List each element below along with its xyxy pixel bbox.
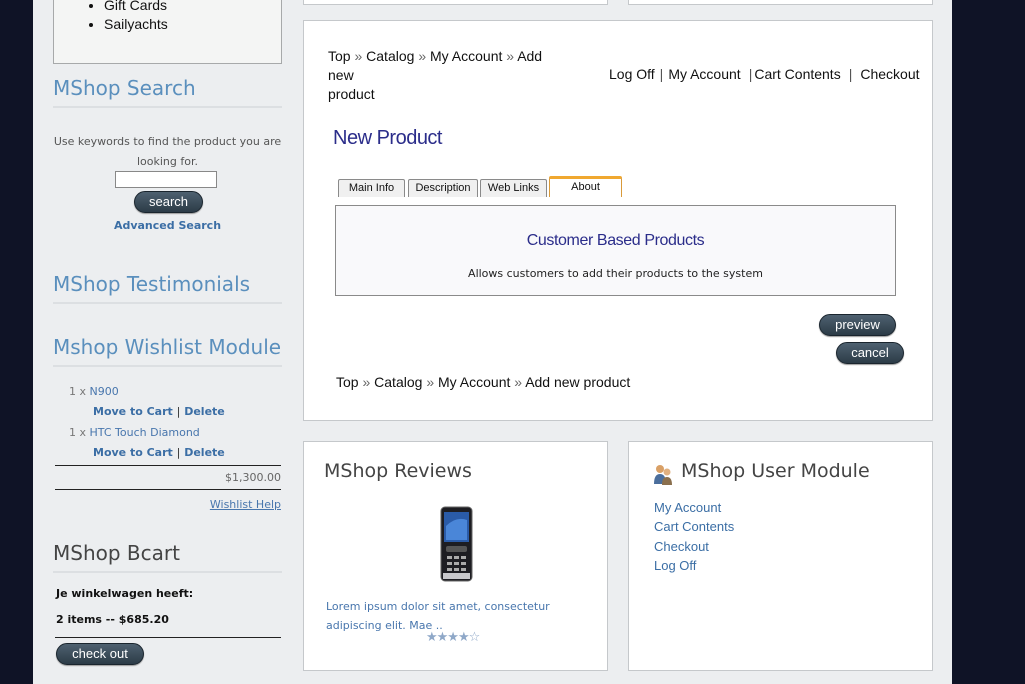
user-cart-contents-link[interactable]: Cart Contents bbox=[654, 519, 734, 534]
bcart-summary-value: 2 items -- $685.20 bbox=[56, 613, 169, 626]
wishlist-qty: 1 x bbox=[69, 385, 87, 398]
breadcrumb-item[interactable]: Top bbox=[328, 48, 351, 64]
divider bbox=[55, 465, 281, 466]
breadcrumb-separator: » bbox=[362, 374, 371, 390]
bcart-title: MShop Bcart bbox=[53, 541, 282, 573]
top-box-left bbox=[303, 0, 608, 5]
breadcrumb-item[interactable]: Catalog bbox=[374, 374, 422, 390]
breadcrumb-item[interactable]: Catalog bbox=[366, 48, 414, 64]
checkout-button[interactable]: check out bbox=[56, 643, 144, 665]
testimonials-title: MShop Testimonials bbox=[53, 272, 282, 304]
panel-title: Customer Based Products bbox=[526, 232, 705, 249]
search-button[interactable]: search bbox=[134, 191, 203, 213]
checkout-link[interactable]: Checkout bbox=[860, 66, 919, 82]
wishlist-total: $1,300.00 bbox=[225, 471, 281, 484]
breadcrumb-separator: » bbox=[426, 374, 435, 390]
delete-link[interactable]: Delete bbox=[184, 446, 225, 459]
phone-product-image[interactable] bbox=[440, 506, 473, 582]
advanced-search-link[interactable]: Advanced Search bbox=[53, 219, 282, 232]
tab-about[interactable]: About bbox=[549, 176, 622, 197]
cancel-button[interactable]: cancel bbox=[836, 342, 904, 364]
reviews-title: MShop Reviews bbox=[324, 460, 472, 482]
breadcrumb-item[interactable]: Top bbox=[336, 374, 359, 390]
tab-description[interactable]: Description bbox=[408, 179, 478, 197]
search-hint: Use keywords to find the product you are… bbox=[53, 135, 282, 168]
search-title: MShop Search bbox=[53, 76, 282, 108]
logoff-link[interactable]: Log Off bbox=[609, 66, 655, 82]
user-checkout-link[interactable]: Checkout bbox=[654, 539, 709, 554]
top-links: Log Off | My Account | Cart Contents | Checkou… bbox=[609, 66, 920, 82]
move-to-cart-link[interactable]: Move to Cart bbox=[93, 405, 173, 418]
top-box-right bbox=[628, 0, 933, 5]
user-logoff-link[interactable]: Log Off bbox=[654, 558, 696, 573]
panel-description: Allows customers to add their products t… bbox=[468, 267, 763, 280]
cart-contents-link[interactable]: Cart Contents bbox=[754, 66, 840, 82]
link-separator: | bbox=[748, 66, 753, 82]
my-account-link[interactable]: My Account bbox=[668, 66, 740, 82]
wishlist-product-link[interactable]: N900 bbox=[90, 385, 119, 398]
tab-web-links[interactable]: Web Links bbox=[480, 179, 547, 197]
move-to-cart-link[interactable]: Move to Cart bbox=[93, 446, 173, 459]
action-separator: | bbox=[176, 405, 181, 418]
users-icon bbox=[654, 465, 672, 485]
breadcrumb-item[interactable]: My Account bbox=[430, 48, 502, 64]
wishlist-product-link[interactable]: HTC Touch Diamond bbox=[90, 426, 200, 439]
search-input[interactable] bbox=[115, 171, 217, 188]
wishlist-actions: Move to Cart | Delete bbox=[93, 446, 225, 459]
tab-panel-about: Customer Based Products Allows customers… bbox=[335, 205, 896, 296]
page: Gift Cards Sailyachts MShop Search Use k… bbox=[33, 0, 952, 684]
reviews-box: MShop Reviews Lorem ipsum dolor sit amet… bbox=[303, 441, 608, 671]
divider bbox=[55, 489, 281, 490]
breadcrumb-separator: » bbox=[418, 48, 427, 64]
main-content: Top » Catalog » My Account » Add new pro… bbox=[303, 20, 933, 421]
breadcrumb-item: Add new product bbox=[525, 374, 631, 390]
breadcrumb: Top » Catalog » My Account » Add new pro… bbox=[328, 47, 568, 104]
category-item[interactable]: Gift Cards bbox=[104, 0, 281, 15]
preview-button[interactable]: preview bbox=[819, 314, 896, 336]
link-separator: | bbox=[848, 66, 853, 82]
page-title: New Product bbox=[333, 127, 443, 149]
breadcrumb-separator: » bbox=[514, 374, 523, 390]
link-separator: | bbox=[659, 66, 664, 82]
breadcrumb-item-wrap[interactable]: product bbox=[328, 86, 375, 102]
bcart-summary-label: Je winkelwagen heeft: bbox=[56, 587, 194, 600]
wishlist-item: 1 x HTC Touch Diamond bbox=[69, 426, 200, 439]
divider bbox=[55, 637, 281, 638]
breadcrumb-bottom: Top » Catalog » My Account » Add new pro… bbox=[336, 373, 630, 392]
wishlist-item: 1 x N900 bbox=[69, 385, 119, 398]
action-separator: | bbox=[176, 446, 181, 459]
category-item[interactable]: Sailyachts bbox=[104, 15, 281, 34]
user-my-account-link[interactable]: My Account bbox=[654, 500, 721, 515]
tab-main-info[interactable]: Main Info bbox=[338, 179, 405, 197]
breadcrumb-separator: » bbox=[354, 48, 363, 64]
categories-box: Gift Cards Sailyachts bbox=[53, 0, 282, 64]
user-module-title: MShop User Module bbox=[681, 460, 870, 482]
breadcrumb-separator: » bbox=[506, 48, 515, 64]
category-list: Gift Cards Sailyachts bbox=[54, 0, 281, 34]
wishlist-title: Mshop Wishlist Module bbox=[53, 335, 282, 367]
user-module-box: MShop User Module My Account Cart Conten… bbox=[628, 441, 933, 671]
wishlist-help-link[interactable]: Wishlist Help bbox=[55, 498, 281, 511]
wishlist-qty: 1 x bbox=[69, 426, 87, 439]
breadcrumb-item[interactable]: My Account bbox=[438, 374, 510, 390]
delete-link[interactable]: Delete bbox=[184, 405, 225, 418]
wishlist-actions: Move to Cart | Delete bbox=[93, 405, 225, 418]
rating-stars: ★★★★☆ bbox=[426, 630, 480, 645]
